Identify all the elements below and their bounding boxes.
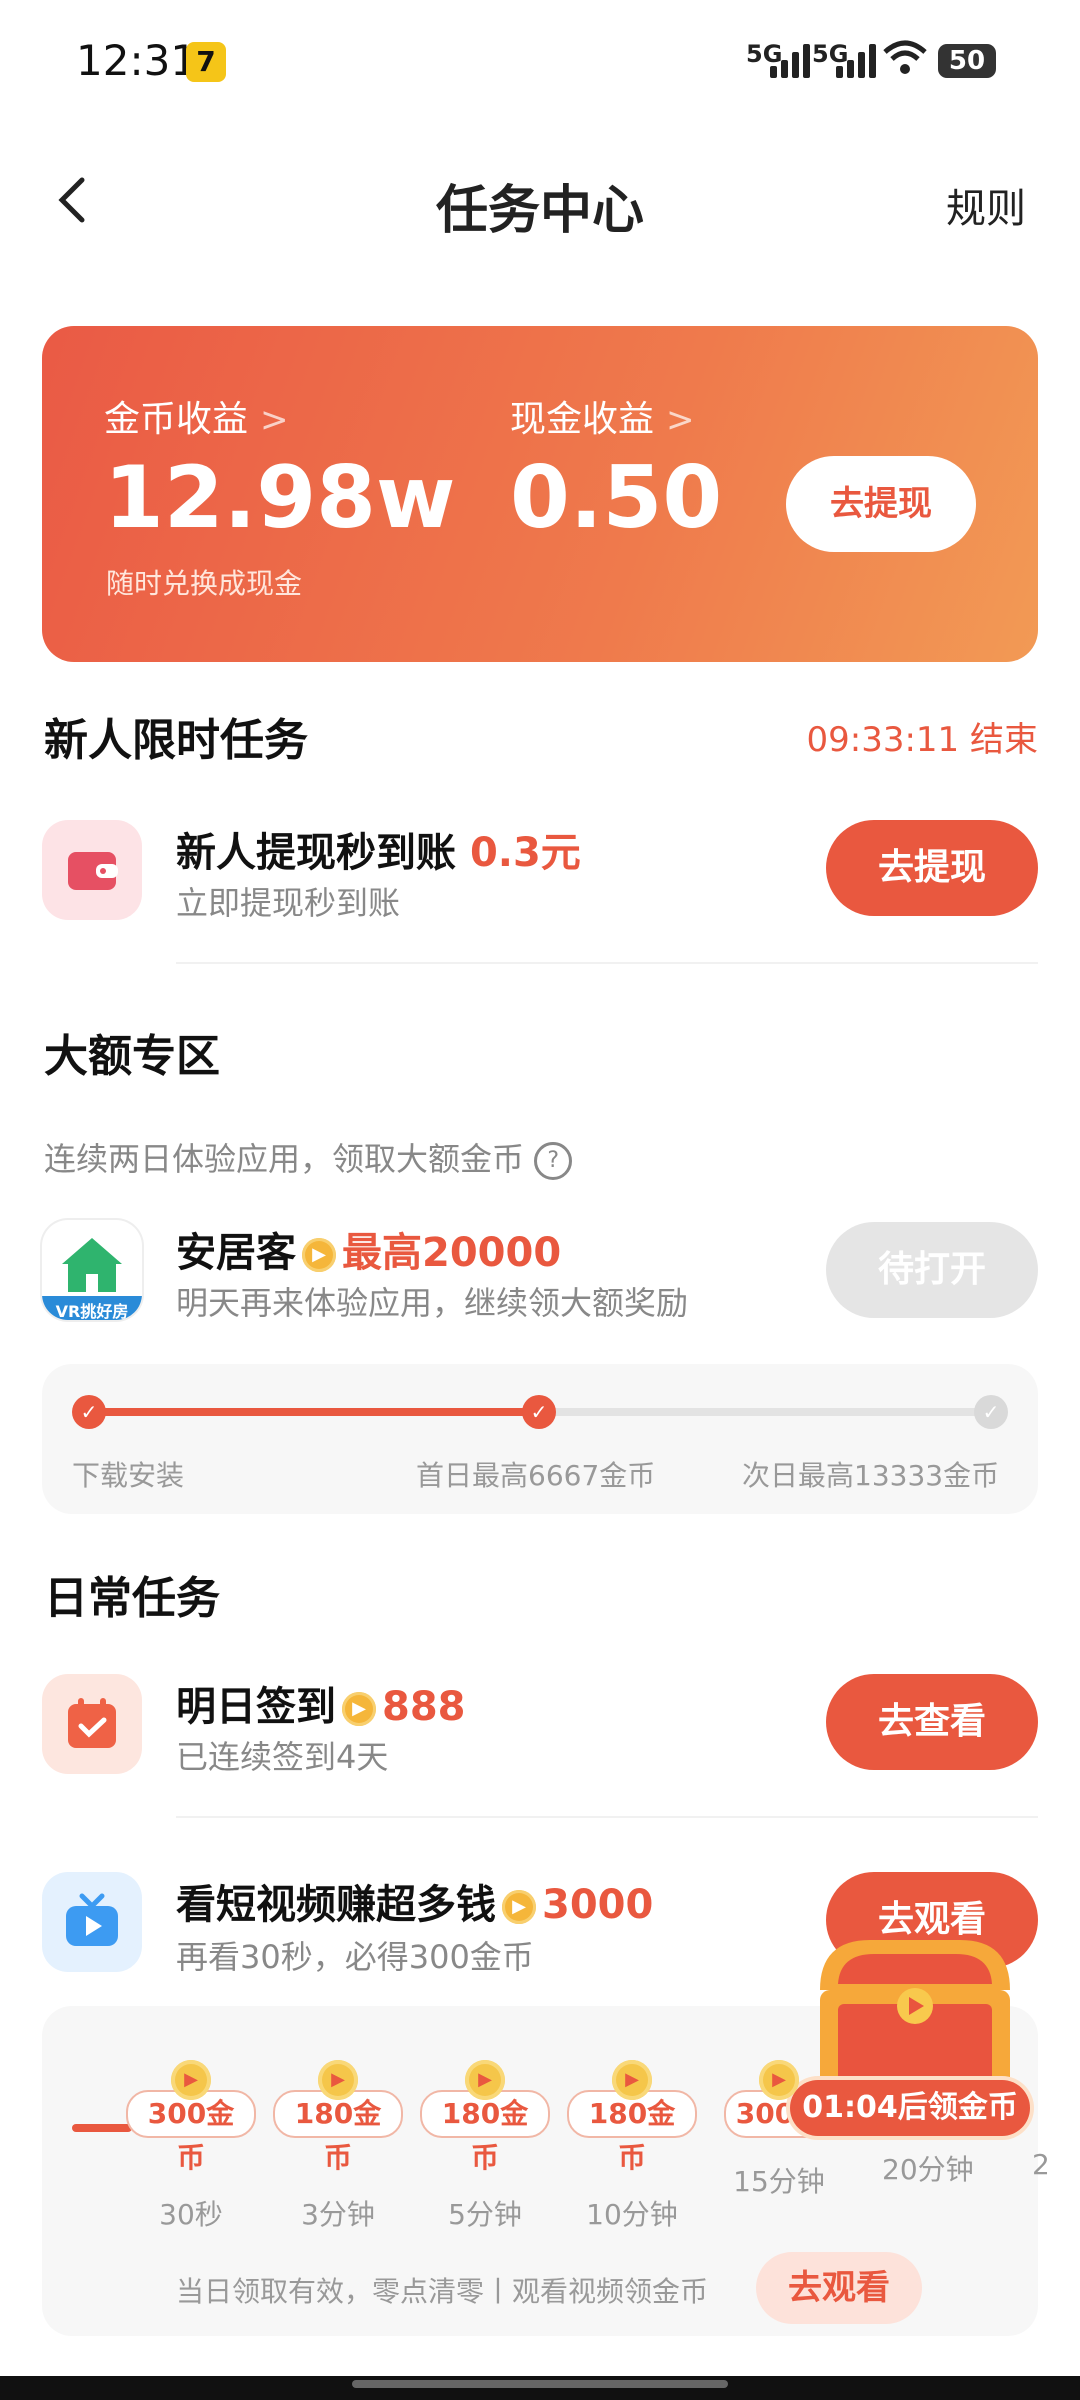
rules-link[interactable]: 规则: [946, 176, 1026, 234]
video-step: ▶ 180金币 5分钟: [420, 2060, 550, 2233]
open-app-button[interactable]: 待打开: [826, 1222, 1038, 1318]
cash-earnings-label: 现金收益: [510, 399, 655, 440]
divider: [176, 1816, 1038, 1818]
chevron-right-icon: >: [260, 400, 289, 440]
coin-play-icon: ▶: [318, 2060, 358, 2100]
page-title: 任务中心: [435, 181, 644, 241]
tv-video-icon: [42, 1872, 142, 1972]
newbie-item-sub: 立即提现秒到账: [176, 884, 401, 922]
video-step: ▶ 180金币 10分钟: [567, 2060, 697, 2233]
newbie-section-title: 新人限时任务: [44, 715, 308, 766]
video-footer-note: 当日领取有效，零点清零丨观看视频领金币: [176, 2275, 709, 2308]
progress-step-label: 下载安装: [72, 1459, 185, 1492]
home-indicator[interactable]: [352, 2380, 728, 2388]
video-step: ▶ 300金币 30秒: [126, 2060, 256, 2233]
progress-step-label: 首日最高6667金币: [416, 1459, 656, 1492]
coin-play-icon: ▶: [759, 2060, 799, 2100]
anjuke-title: 安居客 ▶ 最高20000: [176, 1230, 562, 1276]
calendar-icon: [42, 1674, 142, 1774]
step-done-check-icon: ✓: [72, 1395, 106, 1429]
wallet-icon: [42, 820, 142, 920]
install-progress: ✓ ✓ ✓ 下载安装 首日最高6667金币 次日最高13333金币: [42, 1364, 1038, 1514]
cash-earnings-link[interactable]: 现金收益 >: [510, 390, 695, 442]
progress-fill: [88, 1408, 536, 1416]
step-pending-check-icon: ✓: [974, 1395, 1008, 1429]
chest-countdown[interactable]: 01:04后领金币: [790, 2080, 1030, 2136]
signin-sub: 已连续签到4天: [176, 1738, 389, 1776]
divider: [176, 962, 1038, 964]
progress-track: [536, 1408, 986, 1416]
signin-title: 明日签到 ▶ 888: [176, 1684, 466, 1730]
earnings-card: 金币收益 > 12.98w 随时兑换成现金 现金收益 > 0.50 去提现: [42, 326, 1038, 662]
newbie-item-reward: 0.3元: [469, 830, 581, 876]
anjuke-app-icon: VR挑好房: [42, 1220, 142, 1320]
coin-play-icon: ▶: [171, 2060, 211, 2100]
wifi-icon: [882, 38, 928, 88]
big-zone-title: 大额专区: [44, 1031, 220, 1082]
footer-watch-button[interactable]: 去观看: [756, 2252, 922, 2324]
cash-earnings-value: 0.50: [510, 448, 723, 548]
video-progress-fill: [72, 2124, 132, 2132]
signal-bars-icon-1: [770, 42, 810, 78]
anjuke-sub: 明天再来体验应用，继续领大额奖励: [176, 1284, 689, 1322]
coin-earnings-sub: 随时兑换成现金: [106, 567, 303, 600]
newbie-item-title: 新人提现秒到账 0.3元: [176, 830, 581, 876]
video-task-title: 看短视频赚超多钱 ▶ 3000: [176, 1882, 654, 1928]
coin-earnings-label: 金币收益: [104, 399, 249, 440]
help-icon[interactable]: ?: [534, 1142, 573, 1180]
big-zone-desc: 连续两日体验应用，领取大额金币 ?: [44, 1134, 573, 1180]
coin-earnings-value: 12.98w: [104, 448, 456, 548]
coin-play-icon: ▶: [465, 2060, 505, 2100]
coin-icon: ▶: [502, 1890, 536, 1924]
video-step: ▶ 180金币 3分钟: [273, 2060, 403, 2233]
newbie-withdraw-button[interactable]: 去提现: [826, 820, 1038, 916]
daily-section-title: 日常任务: [44, 1573, 220, 1624]
chevron-right-icon: >: [666, 400, 695, 440]
battery-icon: 50: [938, 44, 996, 78]
withdraw-button[interactable]: 去提现: [786, 456, 976, 552]
signin-view-button[interactable]: 去查看: [826, 1674, 1038, 1770]
app-notification-icon: 7: [186, 42, 226, 82]
video-task-sub: 再看30秒，必得300金币: [176, 1938, 534, 1976]
newbie-countdown: 09:33:11 结束: [806, 720, 1038, 760]
progress-step-label: 次日最高13333金币: [742, 1459, 1000, 1492]
anjuke-logo-text: VR挑好房: [55, 1302, 129, 1320]
coin-play-icon: ▶: [612, 2060, 652, 2100]
status-time: 12:31: [76, 36, 198, 85]
coin-earnings-link[interactable]: 金币收益 >: [104, 390, 289, 442]
step-done-check-icon: ✓: [522, 1395, 556, 1429]
signal-bars-icon-2: [836, 42, 876, 78]
coin-icon: ▶: [302, 1238, 336, 1272]
coin-icon: ▶: [342, 1692, 376, 1726]
